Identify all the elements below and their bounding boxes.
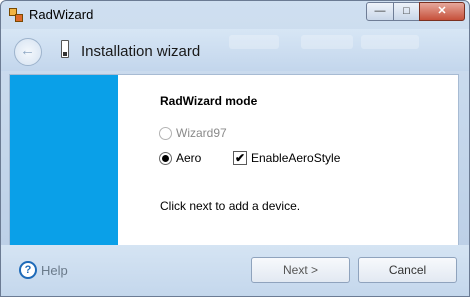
back-button[interactable]: ← bbox=[14, 38, 42, 66]
enable-aero-style-checkbox[interactable]: ✔ bbox=[233, 151, 247, 165]
mode-title: RadWizard mode bbox=[160, 94, 258, 108]
arrow-left-icon: ← bbox=[20, 42, 35, 59]
wizard97-label: Wizard97 bbox=[176, 126, 227, 140]
wizard97-radio[interactable] bbox=[159, 127, 172, 140]
wizard-footer: ? Help Next > Cancel bbox=[1, 245, 469, 296]
help-icon[interactable]: ? bbox=[19, 261, 37, 279]
aero-radio[interactable] bbox=[159, 152, 172, 165]
radio-selected-dot bbox=[162, 155, 169, 162]
device-icon bbox=[61, 40, 69, 58]
app-icon bbox=[9, 8, 23, 22]
minimize-button[interactable]: — bbox=[366, 2, 394, 21]
window-title: RadWizard bbox=[29, 7, 94, 22]
next-button[interactable]: Next > bbox=[251, 257, 350, 283]
wizard-window: RadWizard — □ ✕ ← Installation wizard Ra… bbox=[0, 0, 470, 297]
cancel-button[interactable]: Cancel bbox=[358, 257, 457, 283]
close-button[interactable]: ✕ bbox=[419, 2, 465, 21]
enable-aero-style-label: EnableAeroStyle bbox=[251, 151, 341, 165]
help-link[interactable]: Help bbox=[41, 263, 68, 278]
header-ghost bbox=[301, 35, 353, 49]
header-ghost bbox=[361, 35, 419, 49]
header-ghost bbox=[229, 35, 279, 49]
side-panel bbox=[10, 75, 118, 245]
header-title: Installation wizard bbox=[81, 43, 201, 60]
maximize-button[interactable]: □ bbox=[393, 2, 420, 21]
aero-label: Aero bbox=[176, 151, 202, 165]
wizard-header: ← Installation wizard bbox=[1, 29, 469, 71]
wizard-page: RadWizard mode Wizard97 Aero ✔ EnableAer… bbox=[9, 74, 459, 246]
instruction-text: Click next to add a device. bbox=[160, 199, 301, 213]
title-bar[interactable]: RadWizard — □ ✕ bbox=[1, 1, 469, 29]
